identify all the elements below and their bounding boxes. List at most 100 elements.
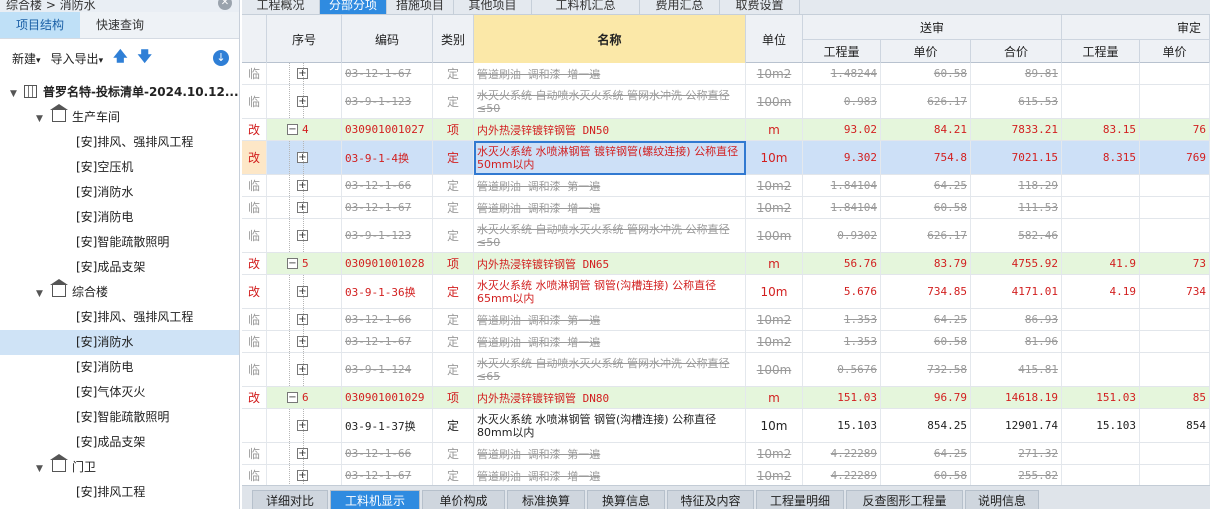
left-tab-1[interactable]: 快速查询 bbox=[80, 12, 160, 38]
cell-tree[interactable]: + bbox=[267, 353, 342, 386]
quota-row[interactable]: 临 +03-9-1-123 定水灭火系统 自动喷水灭火系统 管网水冲洗 公称直径≤5… bbox=[242, 219, 1210, 253]
cell-price[interactable]: 64.25 bbox=[881, 443, 971, 464]
detail-tab-5[interactable]: 特征及内容 bbox=[667, 490, 754, 509]
cell-qty[interactable]: 1.353 bbox=[803, 331, 881, 352]
tree-node[interactable]: [安]消防电 bbox=[0, 355, 239, 380]
cell-aprice[interactable] bbox=[1140, 85, 1210, 118]
tree-node[interactable]: [安]排风、强排风工程 bbox=[0, 305, 239, 330]
caret-down-icon[interactable]: ▼ bbox=[10, 82, 22, 107]
cell-aprice[interactable]: 769 bbox=[1140, 141, 1210, 174]
collapse-icon[interactable]: − bbox=[287, 124, 298, 135]
cell-name[interactable]: 管道刷油 调和漆 增一遍 bbox=[474, 465, 746, 485]
detail-tab-6[interactable]: 工程量明细 bbox=[756, 490, 844, 509]
cell-unit[interactable]: m bbox=[746, 387, 803, 408]
cell-aprice[interactable]: 76 bbox=[1140, 119, 1210, 140]
cell-name[interactable]: 水灭火系统 水喷淋钢管 钢管(沟槽连接) 公称直径80mm以内 bbox=[474, 409, 746, 442]
caret-down-icon[interactable]: ▼ bbox=[36, 282, 48, 307]
cell-tree[interactable]: + bbox=[267, 443, 342, 464]
quota-row[interactable]: 临 +03-12-1-66 定管道刷油 调和漆 第一遍 10m2 4.22289 64.2… bbox=[242, 443, 1210, 465]
cell-aqty[interactable]: 41.9 bbox=[1062, 253, 1140, 274]
tab-0[interactable]: 工程概况 bbox=[242, 0, 320, 14]
cell-price[interactable]: 754.8 bbox=[881, 141, 971, 174]
tab-1[interactable]: 分部分项 bbox=[320, 0, 387, 14]
cell-total[interactable]: 118.29 bbox=[971, 175, 1062, 196]
cell-qty[interactable]: 4.22289 bbox=[803, 443, 881, 464]
cell-unit[interactable]: 10m bbox=[746, 141, 803, 174]
caret-down-icon[interactable]: ▼ bbox=[36, 107, 48, 132]
cell-aprice[interactable]: 854 bbox=[1140, 409, 1210, 442]
cell-aqty[interactable] bbox=[1062, 197, 1140, 218]
cell-type[interactable]: 定 bbox=[433, 197, 474, 218]
quota-row[interactable]: 临 +03-12-1-67 定管道刷油 调和漆 增一遍 10m2 1.353 60.58 8… bbox=[242, 331, 1210, 353]
cell-code[interactable]: 03-9-1-123 bbox=[342, 85, 433, 118]
cell-tree[interactable]: + bbox=[267, 275, 342, 308]
cell-name[interactable]: 管道刷油 调和漆 增一遍 bbox=[474, 331, 746, 352]
cell-type[interactable]: 定 bbox=[433, 309, 474, 330]
cell-total[interactable]: 4171.01 bbox=[971, 275, 1062, 308]
cell-unit[interactable]: 10m bbox=[746, 409, 803, 442]
quota-row[interactable]: 临 +03-12-1-67 定管道刷油 调和漆 增一遍 10m2 1.84104 60.5… bbox=[242, 197, 1210, 219]
header-unit[interactable]: 单位 bbox=[746, 15, 803, 63]
cell-code[interactable]: 03-12-1-67 bbox=[342, 331, 433, 352]
header-approved-price[interactable]: 单价 bbox=[1140, 39, 1210, 63]
cell-name[interactable]: 内外热浸锌镀锌钢管 DN65 bbox=[474, 253, 746, 274]
tree-node[interactable]: [安]智能疏散照明 bbox=[0, 405, 239, 430]
bill-item-row[interactable]: 改 −4 030901001027 项内外热浸锌镀锌钢管 DN50 m 93.02 84.2… bbox=[242, 119, 1210, 141]
cell-price[interactable]: 734.85 bbox=[881, 275, 971, 308]
cell-code[interactable]: 030901001028 bbox=[342, 253, 433, 274]
cell-type[interactable]: 定 bbox=[433, 409, 474, 442]
cell-name[interactable]: 管道刷油 调和漆 第一遍 bbox=[474, 175, 746, 196]
cell-name[interactable]: 水灭火系统 水喷淋钢管 钢管(沟槽连接) 公称直径65mm以内 bbox=[474, 275, 746, 308]
cell-total[interactable]: 615.53 bbox=[971, 85, 1062, 118]
cell-qty[interactable]: 5.676 bbox=[803, 275, 881, 308]
cell-type[interactable]: 定 bbox=[433, 63, 474, 84]
cell-code[interactable]: 03-12-1-66 bbox=[342, 443, 433, 464]
cell-total[interactable]: 86.93 bbox=[971, 309, 1062, 330]
cell-name[interactable]: 管道刷油 调和漆 第一遍 bbox=[474, 443, 746, 464]
cell-qty[interactable]: 1.353 bbox=[803, 309, 881, 330]
cell-unit[interactable]: 10m2 bbox=[746, 175, 803, 196]
cell-total[interactable]: 255.82 bbox=[971, 465, 1062, 485]
import-export-button[interactable]: 导入导出▾ bbox=[51, 50, 104, 67]
header-sent-price[interactable]: 单价 bbox=[881, 39, 971, 63]
cell-aprice[interactable]: 73 bbox=[1140, 253, 1210, 274]
detail-tab-2[interactable]: 单价构成 bbox=[422, 490, 505, 509]
cell-tree[interactable]: + bbox=[267, 175, 342, 196]
cell-aprice[interactable]: 734 bbox=[1140, 275, 1210, 308]
cell-unit[interactable]: 10m2 bbox=[746, 197, 803, 218]
tree-node[interactable]: ▼ 综合楼 bbox=[0, 279, 239, 307]
cell-code[interactable]: 03-9-1-4换 bbox=[342, 141, 433, 174]
tree-node[interactable]: [安]智能疏散照明 bbox=[0, 230, 239, 255]
cell-type[interactable]: 定 bbox=[433, 175, 474, 196]
quota-row[interactable]: 临 +03-9-1-123 定水灭火系统 自动喷水灭火系统 管网水冲洗 公称直径≤5… bbox=[242, 85, 1210, 119]
cell-type[interactable]: 定 bbox=[433, 353, 474, 386]
cell-price[interactable]: 84.21 bbox=[881, 119, 971, 140]
header-name[interactable]: 名称 bbox=[474, 15, 746, 63]
cell-aqty[interactable]: 151.03 bbox=[1062, 387, 1140, 408]
cell-unit[interactable]: 10m2 bbox=[746, 309, 803, 330]
cell-price[interactable]: 60.58 bbox=[881, 465, 971, 485]
quota-row[interactable]: 临 +03-12-1-66 定管道刷油 调和漆 第一遍 10m2 1.353 64.25 8… bbox=[242, 309, 1210, 331]
cell-code[interactable]: 03-12-1-67 bbox=[342, 465, 433, 485]
cell-total[interactable]: 4755.92 bbox=[971, 253, 1062, 274]
cell-aqty[interactable]: 83.15 bbox=[1062, 119, 1140, 140]
cell-tree[interactable]: + bbox=[267, 141, 342, 174]
cell-price[interactable]: 732.58 bbox=[881, 353, 971, 386]
cell-price[interactable]: 96.79 bbox=[881, 387, 971, 408]
cell-name[interactable]: 水灭火系统 自动喷水灭火系统 管网水冲洗 公称直径≤50 bbox=[474, 85, 746, 118]
cell-code[interactable]: 03-9-1-123 bbox=[342, 219, 433, 252]
cell-code[interactable]: 03-9-1-37换 bbox=[342, 409, 433, 442]
cell-aqty[interactable] bbox=[1062, 63, 1140, 84]
cell-type[interactable]: 定 bbox=[433, 85, 474, 118]
cell-type[interactable]: 定 bbox=[433, 141, 474, 174]
cell-qty[interactable]: 1.84104 bbox=[803, 197, 881, 218]
cell-code[interactable]: 030901001027 bbox=[342, 119, 433, 140]
quota-row[interactable]: 改 +03-9-1-36换定水灭火系统 水喷淋钢管 钢管(沟槽连接) 公称直径65… bbox=[242, 275, 1210, 309]
cell-unit[interactable]: 10m2 bbox=[746, 63, 803, 84]
cell-unit[interactable]: m bbox=[746, 253, 803, 274]
cell-name[interactable]: 管道刷油 调和漆 增一遍 bbox=[474, 63, 746, 84]
cell-aqty[interactable] bbox=[1062, 309, 1140, 330]
cell-type[interactable]: 项 bbox=[433, 119, 474, 140]
new-button[interactable]: 新建▾ bbox=[12, 50, 41, 67]
cell-price[interactable]: 64.25 bbox=[881, 175, 971, 196]
